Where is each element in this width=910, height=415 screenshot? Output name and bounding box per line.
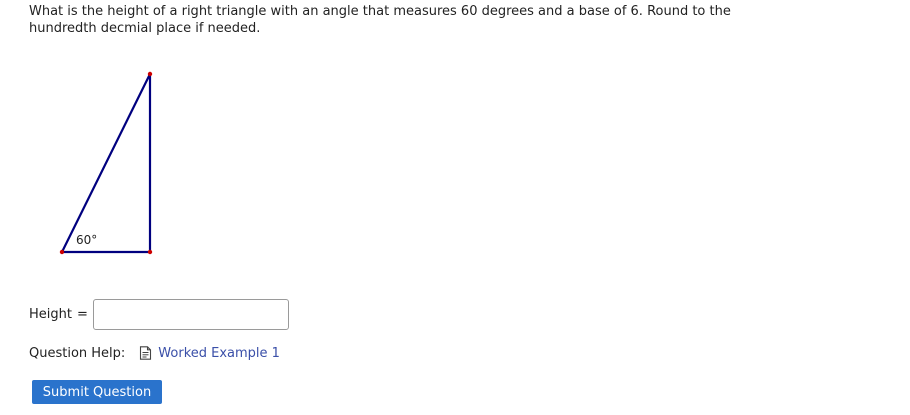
answer-row: Height = [29, 299, 289, 330]
triangle-shape [60, 73, 152, 254]
angle-label: 60° [76, 233, 97, 247]
height-label: Height [29, 307, 72, 322]
question-help-label: Question Help: [29, 345, 126, 361]
worked-example-label: Worked Example 1 [158, 345, 280, 361]
document-icon [140, 346, 152, 360]
question-text: What is the height of a right triangle w… [29, 4, 731, 36]
vertex-bottom-right [147, 249, 153, 255]
question-help-row: Question Help: Worked Example 1 [29, 344, 280, 362]
equals-sign: = [76, 307, 88, 322]
vertex-top [147, 71, 153, 77]
submit-question-button[interactable]: Submit Question [32, 380, 162, 404]
vertex-bottom-left [59, 249, 65, 255]
worked-example-link[interactable]: Worked Example 1 [139, 346, 280, 361]
height-input[interactable] [92, 299, 289, 330]
